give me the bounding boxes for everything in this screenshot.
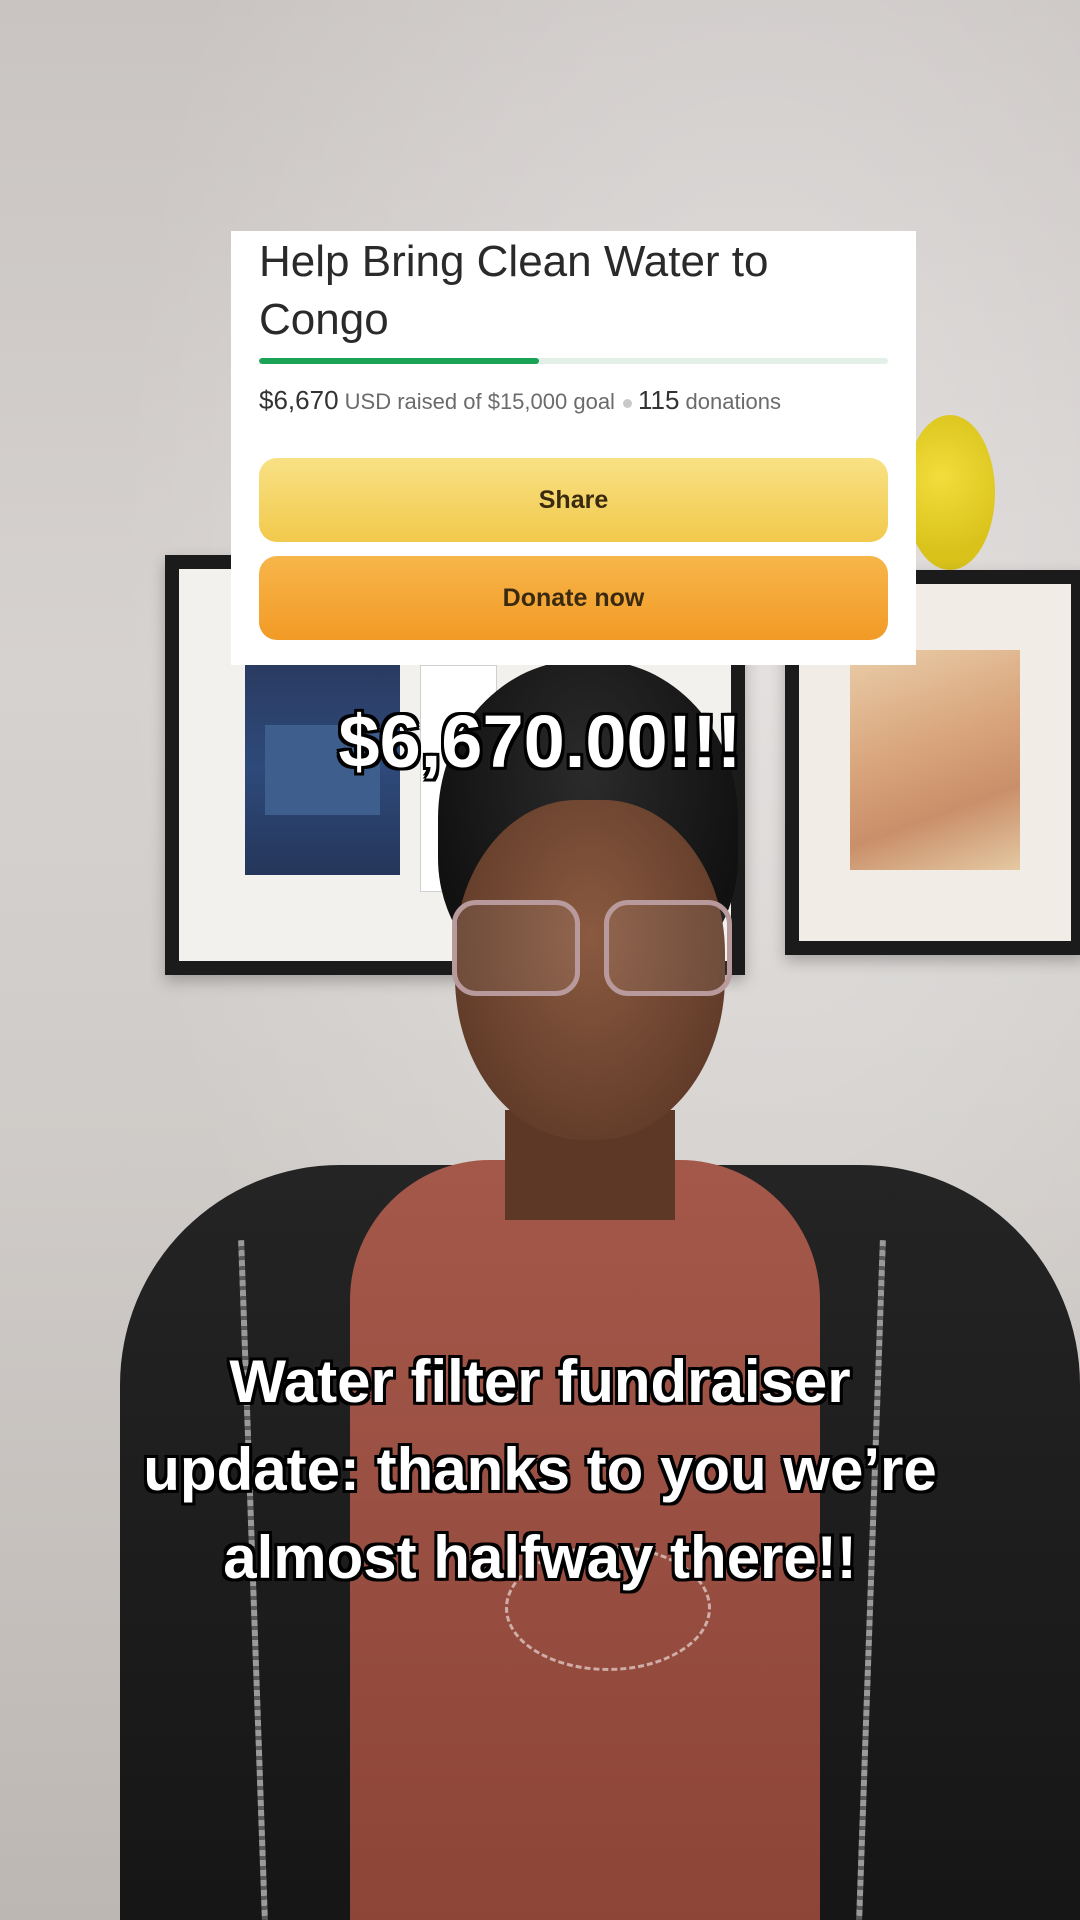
fundraiser-title: Help Bring Clean Water to Congo <box>259 237 769 344</box>
person-glasses <box>452 900 732 996</box>
donate-now-button[interactable]: Donate now <box>259 556 888 640</box>
progress-bar <box>259 358 888 364</box>
video-frame: Help Bring Clean Water to Congo $6,670 U… <box>0 0 1080 1920</box>
donations-label: donations <box>685 389 781 414</box>
separator-dot <box>622 398 632 408</box>
fundraiser-card: Help Bring Clean Water to Congo $6,670 U… <box>231 231 916 665</box>
fundraiser-stats: $6,670 USD raised of $15,000 goal 115 don… <box>259 385 781 416</box>
decorative-plate <box>905 415 995 570</box>
message-caption: Water filter fundraiser update: thanks t… <box>143 1348 937 1591</box>
donations-count: 115 <box>637 385 680 415</box>
raised-amount: $6,670 <box>259 385 339 415</box>
progress-bar-fill <box>259 358 539 364</box>
raised-of-goal-text: USD raised of $15,000 goal <box>344 389 615 414</box>
share-button[interactable]: Share <box>259 458 888 542</box>
amount-caption: $6,670.00!!! <box>338 700 742 783</box>
